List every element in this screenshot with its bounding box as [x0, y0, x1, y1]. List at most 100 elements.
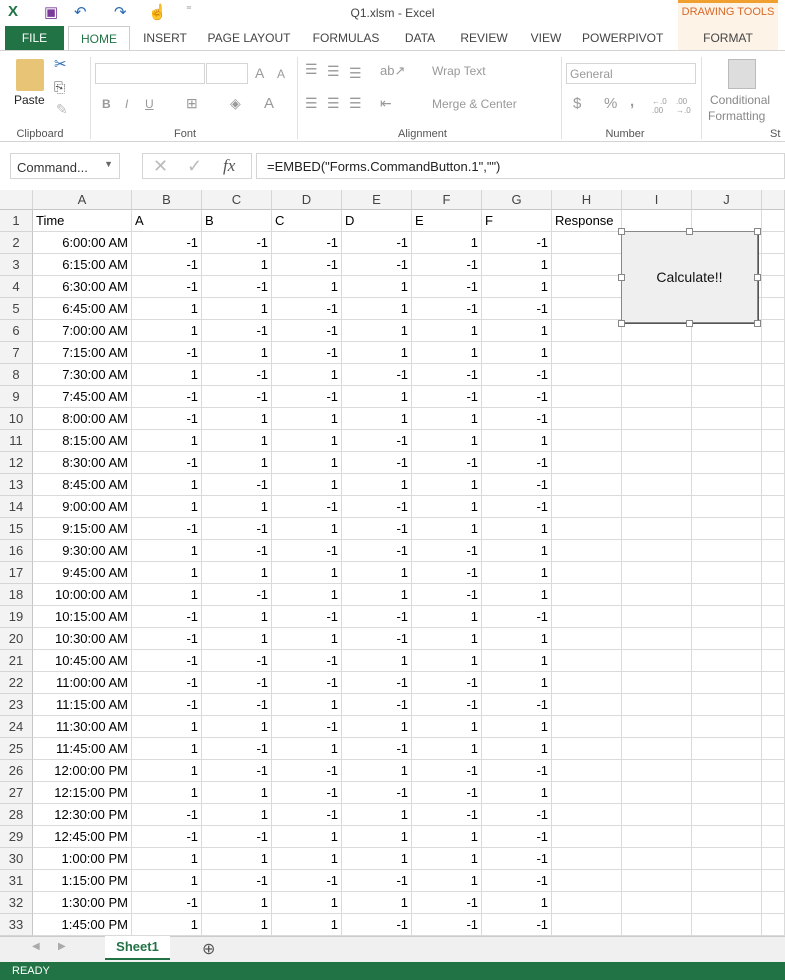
value-cell[interactable]: 1: [272, 276, 342, 298]
value-cell[interactable]: 1: [272, 430, 342, 452]
value-cell[interactable]: -1: [202, 870, 272, 892]
cell[interactable]: [762, 452, 785, 474]
tab-format[interactable]: FORMAT: [690, 26, 766, 50]
cell[interactable]: [552, 518, 622, 540]
chevron-down-icon[interactable]: ▼: [104, 159, 113, 169]
cell[interactable]: [692, 430, 762, 452]
tab-page-layout[interactable]: PAGE LAYOUT: [205, 26, 293, 50]
cell[interactable]: [692, 672, 762, 694]
value-cell[interactable]: 1: [412, 320, 482, 342]
time-cell[interactable]: 1:15:00 PM: [33, 870, 132, 892]
time-cell[interactable]: 6:45:00 AM: [33, 298, 132, 320]
value-cell[interactable]: 1: [132, 562, 202, 584]
cell[interactable]: [762, 496, 785, 518]
value-cell[interactable]: 1: [272, 914, 342, 936]
cell[interactable]: [762, 738, 785, 760]
header-cell[interactable]: Time: [33, 210, 132, 232]
format-painter-icon[interactable]: ✎: [56, 101, 68, 118]
cell[interactable]: [762, 430, 785, 452]
resize-handle[interactable]: [686, 320, 693, 327]
cell[interactable]: [622, 408, 692, 430]
cell[interactable]: [762, 364, 785, 386]
value-cell[interactable]: 1: [482, 628, 552, 650]
value-cell[interactable]: -1: [412, 694, 482, 716]
value-cell[interactable]: -1: [342, 364, 412, 386]
cell[interactable]: [762, 650, 785, 672]
cell[interactable]: [762, 408, 785, 430]
cell[interactable]: [552, 760, 622, 782]
value-cell[interactable]: -1: [132, 672, 202, 694]
cell[interactable]: [762, 760, 785, 782]
time-cell[interactable]: 6:30:00 AM: [33, 276, 132, 298]
cell[interactable]: [552, 452, 622, 474]
cell[interactable]: [552, 430, 622, 452]
cell[interactable]: [692, 606, 762, 628]
value-cell[interactable]: 1: [132, 364, 202, 386]
value-cell[interactable]: 1: [202, 804, 272, 826]
comma-button[interactable]: ,: [630, 93, 634, 110]
value-cell[interactable]: -1: [202, 232, 272, 254]
cell[interactable]: [692, 914, 762, 936]
value-cell[interactable]: 1: [412, 430, 482, 452]
value-cell[interactable]: 1: [412, 826, 482, 848]
value-cell[interactable]: 1: [202, 342, 272, 364]
value-cell[interactable]: -1: [342, 540, 412, 562]
grow-font-button[interactable]: A: [255, 65, 264, 81]
value-cell[interactable]: 1: [132, 848, 202, 870]
value-cell[interactable]: 1: [132, 716, 202, 738]
value-cell[interactable]: 1: [272, 738, 342, 760]
paste-icon[interactable]: [16, 59, 44, 91]
value-cell[interactable]: 1: [202, 716, 272, 738]
time-cell[interactable]: 9:30:00 AM: [33, 540, 132, 562]
value-cell[interactable]: 1: [342, 892, 412, 914]
cell[interactable]: [762, 518, 785, 540]
cell[interactable]: [552, 782, 622, 804]
value-cell[interactable]: 1: [482, 540, 552, 562]
value-cell[interactable]: -1: [272, 782, 342, 804]
value-cell[interactable]: -1: [342, 914, 412, 936]
column-header-j[interactable]: J: [692, 190, 762, 210]
value-cell[interactable]: -1: [272, 716, 342, 738]
header-cell[interactable]: A: [132, 210, 202, 232]
value-cell[interactable]: 1: [342, 408, 412, 430]
value-cell[interactable]: 1: [132, 320, 202, 342]
header-cell[interactable]: Response: [552, 210, 622, 232]
value-cell[interactable]: 1: [272, 892, 342, 914]
value-cell[interactable]: -1: [272, 540, 342, 562]
cell[interactable]: [552, 584, 622, 606]
value-cell[interactable]: -1: [132, 254, 202, 276]
value-cell[interactable]: -1: [202, 694, 272, 716]
cell[interactable]: [762, 826, 785, 848]
cell[interactable]: [552, 496, 622, 518]
align-middle-icon[interactable]: ☰: [327, 63, 340, 80]
cell[interactable]: [762, 782, 785, 804]
row-header[interactable]: 8: [0, 364, 33, 386]
value-cell[interactable]: -1: [202, 760, 272, 782]
sheet-tab-sheet1[interactable]: Sheet1: [105, 936, 170, 960]
value-cell[interactable]: -1: [482, 452, 552, 474]
value-cell[interactable]: 1: [272, 848, 342, 870]
value-cell[interactable]: -1: [412, 540, 482, 562]
cell[interactable]: [622, 210, 692, 232]
cell[interactable]: [762, 870, 785, 892]
row-header[interactable]: 3: [0, 254, 33, 276]
cell[interactable]: [552, 892, 622, 914]
cell[interactable]: [692, 210, 762, 232]
value-cell[interactable]: 1: [202, 606, 272, 628]
value-cell[interactable]: -1: [132, 650, 202, 672]
cell[interactable]: [622, 716, 692, 738]
cell[interactable]: [762, 474, 785, 496]
value-cell[interactable]: -1: [412, 804, 482, 826]
header-cell[interactable]: D: [342, 210, 412, 232]
value-cell[interactable]: -1: [202, 386, 272, 408]
cell[interactable]: [622, 650, 692, 672]
cell[interactable]: [692, 694, 762, 716]
cell[interactable]: [692, 738, 762, 760]
cell[interactable]: [692, 320, 762, 342]
value-cell[interactable]: -1: [272, 298, 342, 320]
value-cell[interactable]: -1: [132, 232, 202, 254]
time-cell[interactable]: 12:00:00 PM: [33, 760, 132, 782]
value-cell[interactable]: -1: [412, 364, 482, 386]
time-cell[interactable]: 6:15:00 AM: [33, 254, 132, 276]
cell[interactable]: [762, 628, 785, 650]
